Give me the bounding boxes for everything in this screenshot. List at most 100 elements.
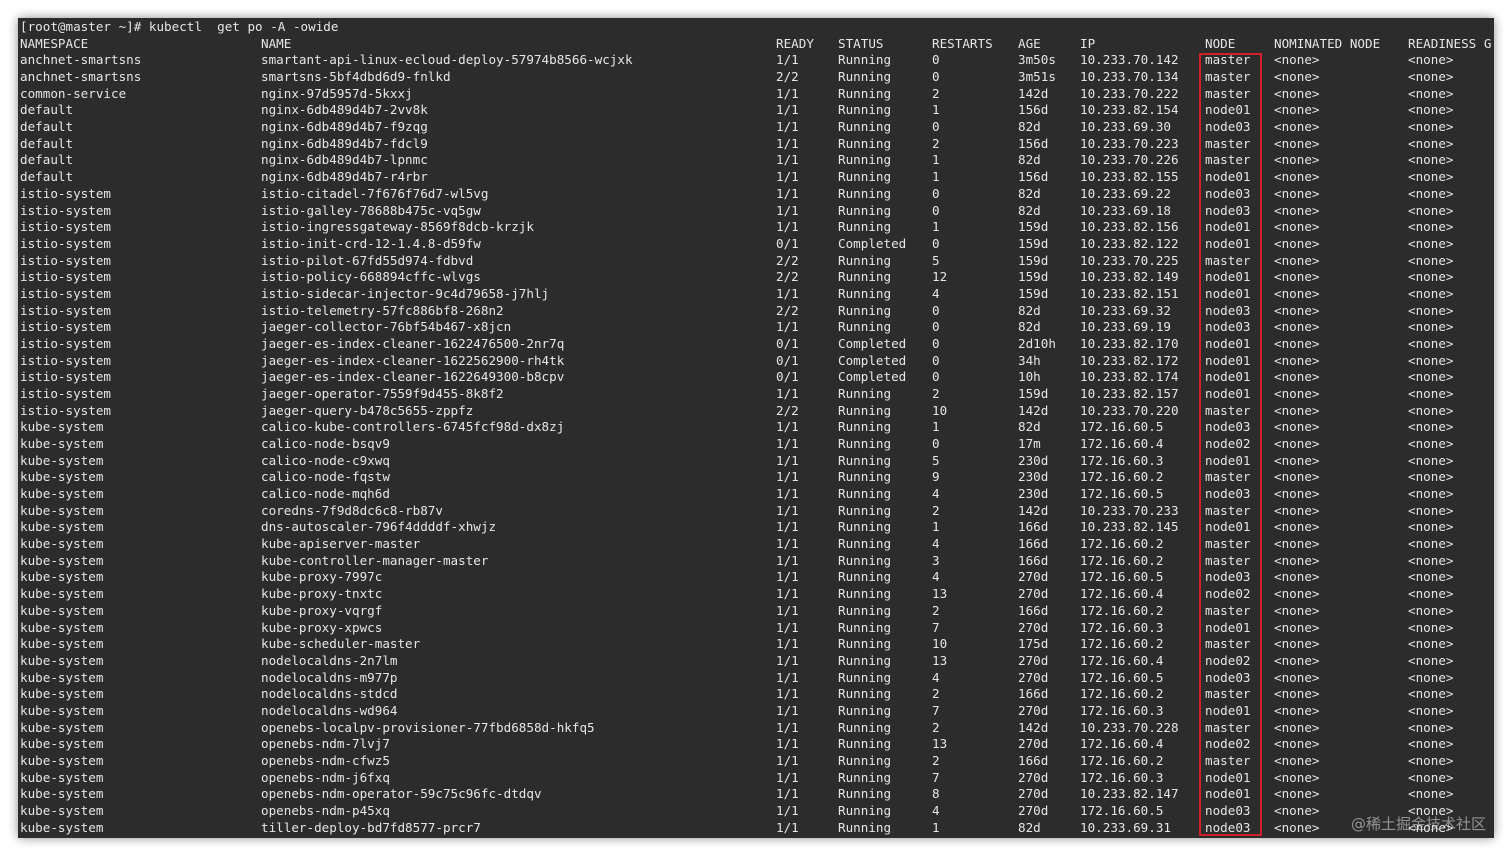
cell-status: Running — [838, 719, 892, 735]
cell-nominated-node: <none> — [1274, 452, 1320, 468]
cell-namespace: default — [20, 152, 74, 168]
cell-status: Running — [838, 686, 892, 702]
cell-namespace: kube-system — [20, 552, 104, 568]
cell-readiness-gates: <none> — [1408, 169, 1454, 185]
table-row: kube-system openebs-ndm-p45xq 1/1 Running 4 2… — [18, 803, 1494, 820]
cell-node: node02 — [1205, 436, 1251, 452]
cell-name: istio-pilot-67fd55d974-fdbvd — [261, 252, 474, 268]
cell-restarts: 0 — [932, 369, 940, 385]
cell-nominated-node: <none> — [1274, 519, 1320, 535]
cell-ip: 10.233.82.151 — [1080, 285, 1179, 301]
cell-status: Running — [838, 486, 892, 502]
cell-nominated-node: <none> — [1274, 469, 1320, 485]
cell-node: node01 — [1205, 235, 1251, 251]
table-row: kube-system kube-proxy-tnxtc 1/1 Running 13 2… — [18, 586, 1494, 603]
cell-namespace: istio-system — [20, 235, 111, 251]
terminal-window[interactable]: [root@master ~]# kubectl get po -A -owid… — [18, 18, 1494, 838]
table-row: kube-system calico-node-mqh6d 1/1 Running 4 2… — [18, 486, 1494, 503]
cell-status: Running — [838, 285, 892, 301]
cell-name: nginx-6db489d4b7-lpnmc — [261, 152, 428, 168]
cell-ready: 1/1 — [776, 769, 799, 785]
table-row: istio-system jaeger-es-index-cleaner-1622… — [18, 336, 1494, 353]
cell-status: Running — [838, 202, 892, 218]
table-row: kube-system openebs-ndm-7lvj7 1/1 Running 13… — [18, 736, 1494, 753]
cell-name: istio-init-crd-12-1.4.8-d59fw — [261, 235, 481, 251]
cell-readiness-gates: <none> — [1408, 686, 1454, 702]
cell-nominated-node: <none> — [1274, 119, 1320, 135]
cell-namespace: kube-system — [20, 636, 104, 652]
cell-name: istio-ingressgateway-8569f8dcb-krzjk — [261, 219, 534, 235]
cell-ip: 10.233.69.22 — [1080, 185, 1171, 201]
cell-readiness-gates: <none> — [1408, 636, 1454, 652]
cell-status: Running — [838, 152, 892, 168]
cell-readiness-gates: <none> — [1408, 219, 1454, 235]
cell-ip: 172.16.60.5 — [1080, 419, 1164, 435]
cell-age: 270d — [1018, 586, 1049, 602]
cell-age: 82d — [1018, 119, 1041, 135]
cell-status: Running — [838, 636, 892, 652]
cell-ready: 1/1 — [776, 219, 799, 235]
cell-age: 3m51s — [1018, 69, 1056, 85]
header-readiness-gates: READINESS G — [1408, 35, 1492, 51]
cell-name: nodelocaldns-stdcd — [261, 686, 398, 702]
cell-node: node03 — [1205, 202, 1251, 218]
table-row: kube-system calico-kube-controllers-6745f… — [18, 419, 1494, 436]
cell-ready: 1/1 — [776, 786, 799, 802]
cell-nominated-node: <none> — [1274, 803, 1320, 818]
cell-name: kube-proxy-vqrgf — [261, 602, 383, 618]
table-row: kube-system nodelocaldns-stdcd 1/1 Running 2… — [18, 686, 1494, 703]
cell-ip: 10.233.82.154 — [1080, 102, 1179, 118]
cell-node: node01 — [1205, 102, 1251, 118]
table-row: kube-system kube-scheduler-master 1/1 Runni… — [18, 636, 1494, 653]
cell-node: master — [1205, 686, 1251, 702]
cell-name: jaeger-query-b478c5655-zppfz — [261, 402, 474, 418]
cell-ready: 0/1 — [776, 369, 799, 385]
cell-node: node02 — [1205, 736, 1251, 752]
cell-ready: 2/2 — [776, 402, 799, 418]
cell-ip: 10.233.82.170 — [1080, 335, 1179, 351]
cell-readiness-gates: <none> — [1408, 502, 1454, 518]
cell-restarts: 1 — [932, 169, 940, 185]
cell-name: smartsns-5bf4dbd6d9-fnlkd — [261, 69, 451, 85]
cell-restarts: 1 — [932, 419, 940, 435]
cell-namespace: default — [20, 102, 74, 118]
cell-ready: 0/1 — [776, 235, 799, 251]
cell-namespace: istio-system — [20, 219, 111, 235]
cell-nominated-node: <none> — [1274, 252, 1320, 268]
cell-age: 270d — [1018, 669, 1049, 685]
cell-node: master — [1205, 52, 1251, 68]
cell-name: istio-citadel-7f676f76d7-wl5vg — [261, 185, 489, 201]
cell-ready: 0/1 — [776, 352, 799, 368]
cell-age: 82d — [1018, 202, 1041, 218]
cell-ip: 172.16.60.2 — [1080, 636, 1164, 652]
cell-restarts: 2 — [932, 135, 940, 151]
cell-name: nginx-6db489d4b7-f9zqg — [261, 119, 428, 135]
cell-nominated-node: <none> — [1274, 786, 1320, 802]
cell-nominated-node: <none> — [1274, 85, 1320, 101]
cell-node: node01 — [1205, 452, 1251, 468]
cell-restarts: 1 — [932, 219, 940, 235]
cell-age: 166d — [1018, 552, 1049, 568]
cell-ip: 172.16.60.4 — [1080, 736, 1164, 752]
cell-namespace: kube-system — [20, 819, 104, 835]
header-ip: IP — [1080, 35, 1096, 51]
table-row: kube-system openebs-ndm-j6fxq 1/1 Running 7 2… — [18, 770, 1494, 787]
table-row: istio-system istio-telemetry-57fc886bf8-2… — [18, 303, 1494, 320]
cell-nominated-node: <none> — [1274, 202, 1320, 218]
cell-age: 166d — [1018, 752, 1049, 768]
cell-nominated-node: <none> — [1274, 502, 1320, 518]
table-row: default nginx-6db489d4b7-r4rbr 1/1 Running 1… — [18, 169, 1494, 186]
cell-node: node03 — [1205, 569, 1251, 585]
cell-ready: 1/1 — [776, 202, 799, 218]
cell-namespace: kube-system — [20, 669, 104, 685]
cell-name: kube-proxy-xpwcs — [261, 619, 383, 635]
cell-status: Running — [838, 436, 892, 452]
cell-namespace: kube-system — [20, 452, 104, 468]
cell-namespace: istio-system — [20, 269, 111, 285]
cell-readiness-gates: <none> — [1408, 235, 1454, 251]
table-row: kube-system kube-controller-manager-maste… — [18, 553, 1494, 570]
cell-namespace: kube-system — [20, 502, 104, 518]
cell-readiness-gates: <none> — [1408, 652, 1454, 668]
cell-ready: 1/1 — [776, 152, 799, 168]
cell-node: node01 — [1205, 352, 1251, 368]
